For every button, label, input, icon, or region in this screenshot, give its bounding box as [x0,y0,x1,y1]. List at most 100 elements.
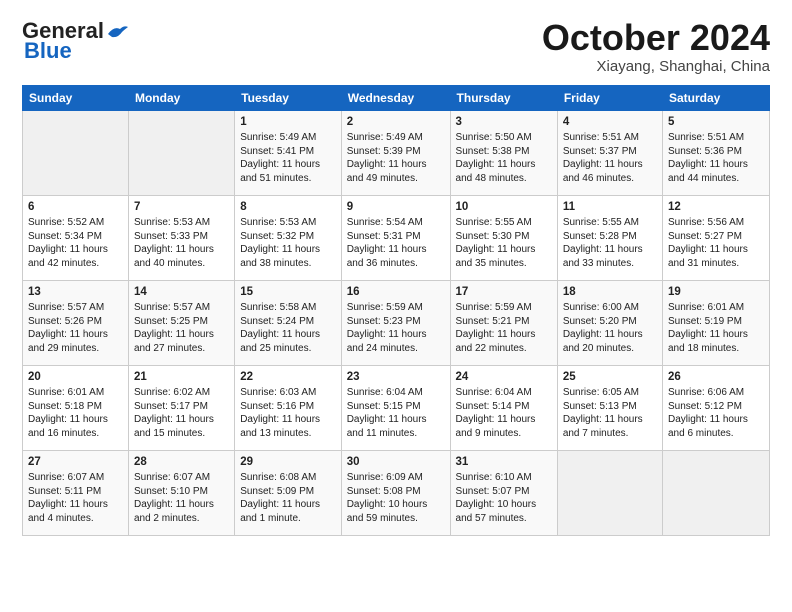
col-sunday: Sunday [23,85,129,110]
day-info: Daylight: 11 hours and 2 minutes. [134,498,229,525]
day-number: 21 [134,370,229,386]
table-row: 14Sunrise: 5:57 AMSunset: 5:25 PMDayligh… [128,280,234,365]
day-info: Sunset: 5:18 PM [28,400,123,414]
table-row: 11Sunrise: 5:55 AMSunset: 5:28 PMDayligh… [557,195,662,280]
table-row: 7Sunrise: 5:53 AMSunset: 5:33 PMDaylight… [128,195,234,280]
day-info: Sunrise: 6:04 AM [456,386,552,400]
day-number: 5 [668,115,764,131]
day-info: Sunset: 5:30 PM [456,230,552,244]
title-area: October 2024 Xiayang, Shanghai, China [542,18,770,75]
day-info: Sunset: 5:10 PM [134,485,229,499]
col-monday: Monday [128,85,234,110]
table-row: 2Sunrise: 5:49 AMSunset: 5:39 PMDaylight… [341,110,450,195]
day-info: Daylight: 11 hours and 22 minutes. [456,328,552,355]
calendar-header-row: Sunday Monday Tuesday Wednesday Thursday… [23,85,770,110]
day-info: Daylight: 11 hours and 11 minutes. [347,413,445,440]
day-info: Sunrise: 5:58 AM [240,301,336,315]
day-info: Daylight: 11 hours and 16 minutes. [28,413,123,440]
day-info: Daylight: 11 hours and 18 minutes. [668,328,764,355]
day-info: Sunrise: 5:59 AM [456,301,552,315]
day-info: Daylight: 11 hours and 35 minutes. [456,243,552,270]
logo-bird-icon [106,24,128,40]
day-number: 27 [28,455,123,471]
table-row: 6Sunrise: 5:52 AMSunset: 5:34 PMDaylight… [23,195,129,280]
calendar-week-row: 13Sunrise: 5:57 AMSunset: 5:26 PMDayligh… [23,280,770,365]
day-info: Daylight: 11 hours and 24 minutes. [347,328,445,355]
day-info: Sunrise: 6:02 AM [134,386,229,400]
day-info: Sunrise: 6:07 AM [134,471,229,485]
day-info: Sunrise: 6:06 AM [668,386,764,400]
day-info: Sunset: 5:11 PM [28,485,123,499]
col-tuesday: Tuesday [235,85,342,110]
day-info: Sunset: 5:37 PM [563,145,657,159]
day-info: Sunrise: 5:55 AM [456,216,552,230]
col-saturday: Saturday [662,85,769,110]
day-number: 29 [240,455,336,471]
day-info: Sunrise: 5:51 AM [563,131,657,145]
day-info: Sunrise: 6:01 AM [28,386,123,400]
day-info: Daylight: 10 hours and 59 minutes. [347,498,445,525]
day-info: Sunset: 5:26 PM [28,315,123,329]
table-row: 24Sunrise: 6:04 AMSunset: 5:14 PMDayligh… [450,365,557,450]
month-title: October 2024 [542,18,770,58]
day-number: 6 [28,200,123,216]
day-number: 2 [347,115,445,131]
logo-blue: Blue [24,38,72,64]
day-number: 31 [456,455,552,471]
day-number: 1 [240,115,336,131]
calendar-week-row: 20Sunrise: 6:01 AMSunset: 5:18 PMDayligh… [23,365,770,450]
day-info: Sunset: 5:32 PM [240,230,336,244]
table-row: 8Sunrise: 5:53 AMSunset: 5:32 PMDaylight… [235,195,342,280]
day-info: Daylight: 11 hours and 46 minutes. [563,158,657,185]
day-number: 14 [134,285,229,301]
day-info: Sunset: 5:38 PM [456,145,552,159]
day-info: Daylight: 11 hours and 4 minutes. [28,498,123,525]
day-info: Daylight: 11 hours and 1 minute. [240,498,336,525]
day-info: Daylight: 11 hours and 33 minutes. [563,243,657,270]
day-info: Sunrise: 6:09 AM [347,471,445,485]
day-info: Sunrise: 6:10 AM [456,471,552,485]
day-info: Sunrise: 5:54 AM [347,216,445,230]
table-row: 20Sunrise: 6:01 AMSunset: 5:18 PMDayligh… [23,365,129,450]
day-info: Sunrise: 5:52 AM [28,216,123,230]
day-number: 8 [240,200,336,216]
day-info: Sunrise: 5:55 AM [563,216,657,230]
day-info: Sunrise: 6:04 AM [347,386,445,400]
day-info: Daylight: 11 hours and 15 minutes. [134,413,229,440]
day-number: 4 [563,115,657,131]
calendar-week-row: 27Sunrise: 6:07 AMSunset: 5:11 PMDayligh… [23,450,770,535]
day-info: Sunrise: 5:53 AM [134,216,229,230]
day-info: Sunset: 5:27 PM [668,230,764,244]
day-number: 24 [456,370,552,386]
logo: General Blue [22,18,128,64]
day-info: Daylight: 11 hours and 48 minutes. [456,158,552,185]
day-info: Daylight: 11 hours and 9 minutes. [456,413,552,440]
table-row: 26Sunrise: 6:06 AMSunset: 5:12 PMDayligh… [662,365,769,450]
day-info: Sunrise: 5:49 AM [240,131,336,145]
day-info: Daylight: 11 hours and 31 minutes. [668,243,764,270]
day-info: Sunset: 5:14 PM [456,400,552,414]
day-info: Sunset: 5:07 PM [456,485,552,499]
day-number: 28 [134,455,229,471]
table-row: 12Sunrise: 5:56 AMSunset: 5:27 PMDayligh… [662,195,769,280]
day-info: Daylight: 11 hours and 42 minutes. [28,243,123,270]
location: Xiayang, Shanghai, China [542,58,770,75]
table-row: 10Sunrise: 5:55 AMSunset: 5:30 PMDayligh… [450,195,557,280]
day-info: Daylight: 11 hours and 13 minutes. [240,413,336,440]
day-info: Sunrise: 6:01 AM [668,301,764,315]
day-info: Sunset: 5:31 PM [347,230,445,244]
day-info: Daylight: 11 hours and 51 minutes. [240,158,336,185]
day-number: 18 [563,285,657,301]
day-number: 30 [347,455,445,471]
day-info: Sunset: 5:36 PM [668,145,764,159]
day-number: 15 [240,285,336,301]
day-number: 9 [347,200,445,216]
col-thursday: Thursday [450,85,557,110]
day-info: Sunrise: 5:51 AM [668,131,764,145]
table-row: 29Sunrise: 6:08 AMSunset: 5:09 PMDayligh… [235,450,342,535]
day-number: 25 [563,370,657,386]
day-info: Sunrise: 6:08 AM [240,471,336,485]
table-row: 15Sunrise: 5:58 AMSunset: 5:24 PMDayligh… [235,280,342,365]
table-row: 28Sunrise: 6:07 AMSunset: 5:10 PMDayligh… [128,450,234,535]
day-number: 19 [668,285,764,301]
